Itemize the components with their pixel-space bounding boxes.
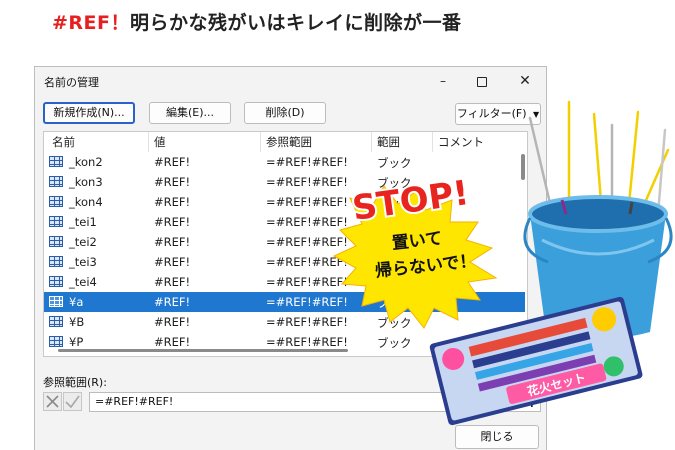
horizontal-scrollbar[interactable] bbox=[58, 349, 348, 352]
filter-label: フィルター(F) bbox=[456, 107, 527, 120]
row-value: #REF! bbox=[154, 295, 191, 309]
refers-to-label: 参照範囲(R): bbox=[43, 376, 107, 389]
table-row[interactable]: ¥B #REF! =#REF!#REF! ブック bbox=[44, 312, 525, 332]
row-refers-to: =#REF!#REF! bbox=[266, 175, 348, 189]
edit-button[interactable]: 編集(E)... bbox=[149, 102, 231, 124]
row-refers-to: =#REF!#REF! bbox=[266, 295, 348, 309]
check-icon[interactable] bbox=[63, 392, 82, 411]
headline-exclamation: ！ bbox=[110, 12, 131, 34]
row-name: _tei1 bbox=[69, 215, 97, 229]
column-value[interactable]: 値 bbox=[154, 134, 166, 150]
row-value: #REF! bbox=[154, 275, 191, 289]
row-name: _tei2 bbox=[69, 235, 97, 249]
row-refers-to: =#REF!#REF! bbox=[266, 315, 348, 329]
vertical-scrollbar[interactable] bbox=[521, 154, 525, 180]
maximize-icon[interactable] bbox=[472, 71, 492, 91]
cancel-icon[interactable] bbox=[43, 392, 62, 411]
row-refers-to: =#REF!#REF! bbox=[266, 255, 348, 269]
column-refers-to[interactable]: 参照範囲 bbox=[266, 134, 312, 150]
row-refers-to: =#REF!#REF! bbox=[266, 235, 348, 249]
row-value: #REF! bbox=[154, 315, 191, 329]
row-value: #REF! bbox=[154, 255, 191, 269]
title-bar: 名前の管理 – ✕ bbox=[35, 67, 546, 95]
refers-to-input[interactable]: =#REF!#REF! ⭱ bbox=[89, 392, 541, 412]
filter-button[interactable]: フィルター(F) ▼ bbox=[455, 103, 541, 125]
row-value: #REF! bbox=[154, 175, 191, 189]
row-refers-to: =#REF!#REF! bbox=[266, 335, 348, 349]
row-value: #REF! bbox=[154, 335, 191, 349]
row-scope: ブック bbox=[377, 336, 412, 350]
row-value: #REF! bbox=[154, 195, 191, 209]
row-scope: ブック bbox=[377, 256, 412, 270]
named-range-icon bbox=[49, 316, 63, 327]
row-scope: ブック bbox=[377, 196, 412, 210]
row-refers-to: =#REF!#REF! bbox=[266, 215, 348, 229]
row-name: _tei4 bbox=[69, 275, 97, 289]
list-header: 名前 値 参照範囲 範囲 コメント bbox=[44, 132, 527, 152]
named-range-icon bbox=[49, 296, 63, 307]
row-scope: ブック bbox=[377, 276, 412, 290]
table-row[interactable]: _kon4 #REF! =#REF!#REF! ブック bbox=[44, 192, 525, 212]
headline-text: 明らかな残がいはキレイに削除が一番 bbox=[130, 12, 462, 34]
named-range-icon bbox=[49, 336, 63, 347]
table-row[interactable]: ¥a #REF! =#REF!#REF! ブック bbox=[44, 292, 525, 312]
table-row[interactable]: _tei2 #REF! =#REF!#REF! ブック bbox=[44, 232, 525, 252]
column-comment[interactable]: コメント bbox=[438, 134, 484, 150]
row-scope: ブック bbox=[377, 236, 412, 250]
new-button[interactable]: 新規作成(N)... bbox=[43, 102, 135, 124]
row-name: ¥B bbox=[69, 315, 85, 329]
name-manager-dialog: 名前の管理 – ✕ 新規作成(N)... 編集(E)... 削除(D) フィルタ… bbox=[34, 66, 547, 450]
collapse-dialog-icon[interactable]: ⭱ bbox=[530, 394, 534, 412]
table-row[interactable]: _tei4 #REF! =#REF!#REF! ブック bbox=[44, 272, 525, 292]
row-value: #REF! bbox=[154, 235, 191, 249]
row-scope: ブック bbox=[377, 156, 412, 170]
named-range-icon bbox=[49, 216, 63, 227]
row-scope: ブック bbox=[377, 176, 412, 190]
close-button[interactable]: 閉じる bbox=[455, 425, 539, 449]
row-value: #REF! bbox=[154, 215, 191, 229]
row-scope: ブック bbox=[377, 316, 412, 330]
sparkler-sticks bbox=[528, 100, 670, 218]
refers-to-controls bbox=[43, 392, 82, 412]
headline-ref: #REF bbox=[52, 12, 111, 34]
refers-to-value: =#REF!#REF! bbox=[95, 395, 174, 408]
named-range-icon bbox=[49, 236, 63, 247]
dialog-title: 名前の管理 bbox=[44, 76, 99, 89]
row-name: _kon4 bbox=[69, 195, 103, 209]
names-list[interactable]: 名前 値 参照範囲 範囲 コメント _kon2 #REF! =#REF!#REF! ブ… bbox=[43, 131, 528, 357]
row-name: ¥P bbox=[69, 335, 84, 349]
named-range-icon bbox=[49, 256, 63, 267]
row-name: ¥a bbox=[69, 295, 84, 309]
row-value: #REF! bbox=[154, 155, 191, 169]
named-range-icon bbox=[49, 156, 63, 167]
row-scope: ブック bbox=[377, 216, 412, 230]
table-row[interactable]: _kon3 #REF! =#REF!#REF! ブック bbox=[44, 172, 525, 192]
named-range-icon bbox=[49, 276, 63, 287]
row-refers-to: =#REF!#REF! bbox=[266, 195, 348, 209]
table-row[interactable]: _tei3 #REF! =#REF!#REF! ブック bbox=[44, 252, 525, 272]
named-range-icon bbox=[49, 196, 63, 207]
row-name: _kon3 bbox=[69, 175, 103, 189]
table-row[interactable]: _tei1 #REF! =#REF!#REF! ブック bbox=[44, 212, 525, 232]
chevron-down-icon: ▼ bbox=[533, 110, 540, 119]
close-icon[interactable]: ✕ bbox=[515, 71, 535, 91]
row-name: _kon2 bbox=[69, 155, 103, 169]
row-scope: ブック bbox=[377, 296, 412, 310]
row-refers-to: =#REF!#REF! bbox=[266, 155, 348, 169]
named-range-icon bbox=[49, 176, 63, 187]
row-refers-to: =#REF!#REF! bbox=[266, 275, 348, 289]
minimize-icon[interactable]: – bbox=[433, 71, 453, 91]
column-scope[interactable]: 範囲 bbox=[377, 134, 400, 150]
delete-button[interactable]: 削除(D) bbox=[244, 102, 326, 124]
row-name: _tei3 bbox=[69, 255, 97, 269]
table-row[interactable]: _kon2 #REF! =#REF!#REF! ブック bbox=[44, 152, 525, 172]
headline: #REF！明らかな残がいはキレイに削除が一番 bbox=[52, 8, 462, 38]
column-name[interactable]: 名前 bbox=[52, 134, 75, 150]
